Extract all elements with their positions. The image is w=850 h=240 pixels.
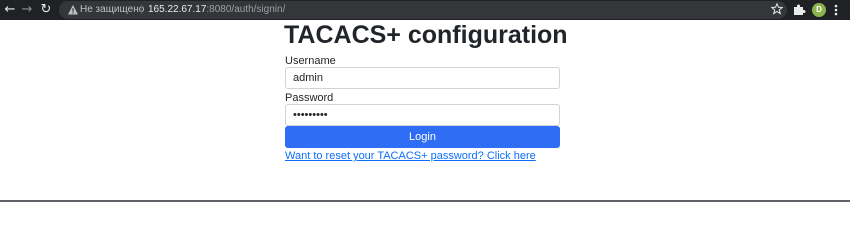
- back-arrow-icon[interactable]: ←: [2, 2, 18, 18]
- browser-toolbar: ← → ↻ Не защищено | 165.22.67.17:8080/au…: [0, 0, 850, 20]
- bottom-divider: [0, 200, 850, 202]
- username-input[interactable]: [285, 67, 560, 89]
- forward-arrow-icon[interactable]: →: [19, 2, 35, 18]
- security-status[interactable]: Не защищено: [80, 3, 144, 17]
- login-button[interactable]: Login: [285, 126, 560, 148]
- signin-page: TACACS+ configuration Username Password …: [0, 20, 850, 200]
- url-path: :8080/auth/signin/: [206, 4, 286, 15]
- password-input[interactable]: [285, 104, 560, 126]
- url-text[interactable]: 165.22.67.17:8080/auth/signin/: [148, 3, 285, 17]
- profile-avatar[interactable]: D: [812, 3, 826, 17]
- address-bar[interactable]: Не защищено | 165.22.67.17:8080/auth/sig…: [59, 1, 787, 19]
- url-host: 165.22.67.17: [148, 4, 207, 15]
- reload-icon[interactable]: ↻: [38, 2, 54, 18]
- page-title: TACACS+ configuration: [284, 21, 568, 49]
- reset-password-link[interactable]: Want to reset your TACACS+ password? Cli…: [285, 150, 536, 163]
- address-separator: |: [140, 4, 143, 15]
- extensions-puzzle-icon[interactable]: [793, 3, 806, 16]
- kebab-menu-icon[interactable]: [833, 3, 839, 17]
- star-icon[interactable]: [771, 3, 783, 15]
- warning-icon: [68, 5, 78, 15]
